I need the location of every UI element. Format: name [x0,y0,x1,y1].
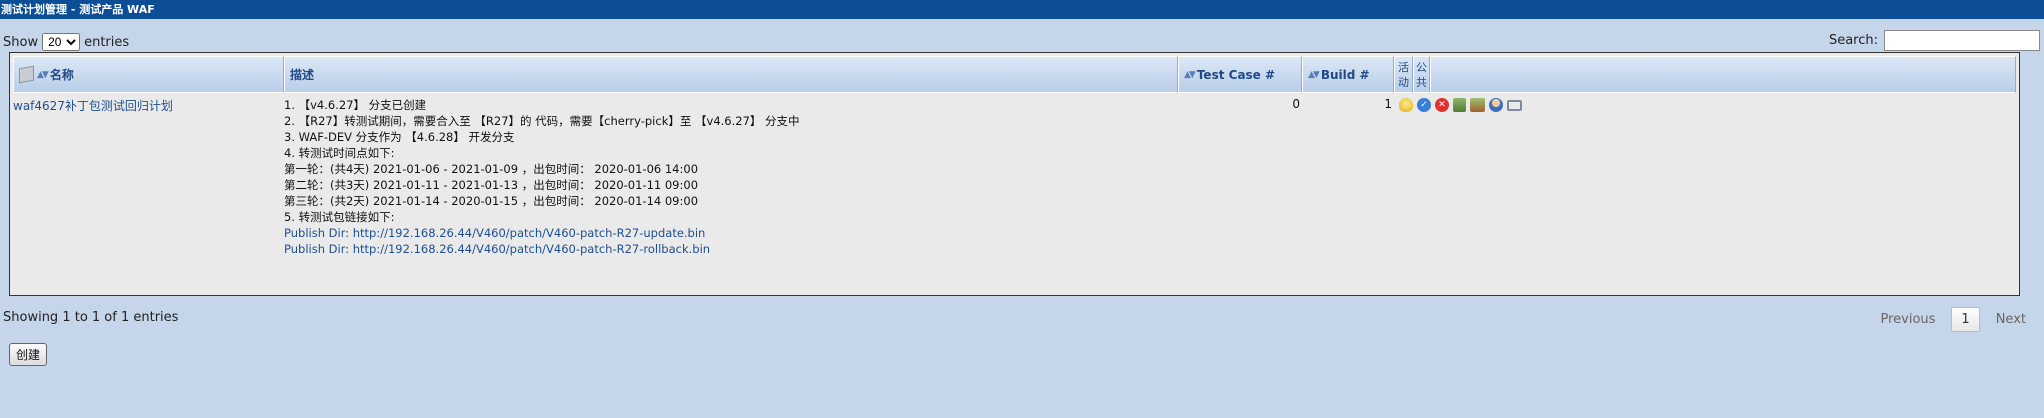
row-actions: ✓ ✕ [1399,98,1522,112]
page-length-control: Show 20 entries [3,33,129,51]
search-input[interactable] [1884,30,2040,51]
test-case-count: 0 [1292,97,1300,111]
description-line: 3. WAF-DEV 分支作为 【4.6.28】 开发分支 [284,130,515,144]
column-header-public[interactable]: 公 共 [1413,56,1430,93]
description-line: 第三轮：(共2天) 2021-01-14 - 2020-01-15 ，出包时间：… [284,194,699,208]
public-label-1: 公 [1416,60,1427,74]
table-header: ▲▼ 名称 描述 ▲▼ Test Case # ▲▼ Build # 活 动 公… [13,56,2016,93]
description-line: 第一轮：(共4天) 2021-01-06 - 2021-01-09 ，出包时间：… [284,162,699,176]
create-button[interactable]: 创建 [9,343,48,366]
search-control: Search: [1829,30,2040,51]
publish-dir-rollback-link[interactable]: Publish Dir: http://192.168.26.44/V460/p… [284,241,800,257]
document-icon[interactable] [1453,98,1466,112]
show-label: Show [3,34,39,50]
active-label-2: 动 [1398,75,1409,89]
description-line: 5. 转测试包链接如下: [284,210,395,224]
description-line: 1. 【v4.6.27】 分支已创建 [284,98,427,112]
sort-icon: ▲▼ [1184,69,1196,80]
column-header-test-case-label: Test Case # [1196,67,1276,82]
column-header-description-label: 描述 [290,68,315,82]
table-info: Showing 1 to 1 of 1 entries [3,310,179,325]
test-plan-name-link[interactable]: waf4627补丁包测试回归计划 [13,99,173,113]
search-label: Search: [1828,33,1878,48]
page-title: 测试计划管理 - 测试产品 WAF [0,0,2044,19]
previous-button[interactable]: Previous [1880,312,1935,327]
column-header-test-case[interactable]: ▲▼ Test Case # [1178,56,1302,93]
bulb-icon[interactable] [1399,98,1413,112]
cube-icon [19,65,34,84]
entries-label: entries [84,34,130,50]
description-line: 2. 【R27】转测试期间，需要合入至 【R27】的 代码，需要【cherry-… [284,114,800,128]
description-line: 第二轮：(共3天) 2021-01-11 - 2021-01-13 ，出包时间：… [284,178,699,192]
description-cell: 1. 【v4.6.27】 分支已创建 2. 【R27】转测试期间，需要合入至 【… [284,97,800,257]
assign-icon[interactable] [1507,99,1522,111]
column-header-build[interactable]: ▲▼ Build # [1302,56,1394,93]
column-header-name-label: 名称 [49,68,74,82]
sort-icon: ▲▼ [37,69,49,80]
test-plan-table: ▲▼ 名称 描述 ▲▼ Test Case # ▲▼ Build # 活 动 公… [9,52,2020,296]
table-row: waf4627补丁包测试回归计划 1. 【v4.6.27】 分支已创建 2. 【… [13,97,2016,256]
build-count: 1 [1384,97,1392,111]
column-header-name[interactable]: ▲▼ 名称 [13,56,284,93]
column-header-build-label: Build # [1320,67,1370,82]
column-header-actions [1430,56,2016,93]
public-label-2: 共 [1416,75,1427,89]
check-icon[interactable]: ✓ [1417,98,1431,112]
column-header-active[interactable]: 活 动 [1394,56,1413,93]
publish-dir-update-link[interactable]: Publish Dir: http://192.168.26.44/V460/p… [284,225,800,241]
next-button[interactable]: Next [1996,312,2026,327]
sort-icon: ▲▼ [1308,69,1320,80]
page-button-current[interactable]: 1 [1951,307,1980,332]
page-size-select[interactable]: 20 [42,33,81,51]
active-label-1: 活 [1398,60,1409,74]
column-header-description[interactable]: 描述 [284,56,1178,93]
user-icon[interactable] [1489,98,1503,112]
pagination: Previous 1 Next [1880,307,2026,332]
report-icon[interactable] [1470,98,1485,112]
delete-icon[interactable]: ✕ [1435,98,1449,112]
description-line: 4. 转测试时间点如下: [284,146,395,160]
